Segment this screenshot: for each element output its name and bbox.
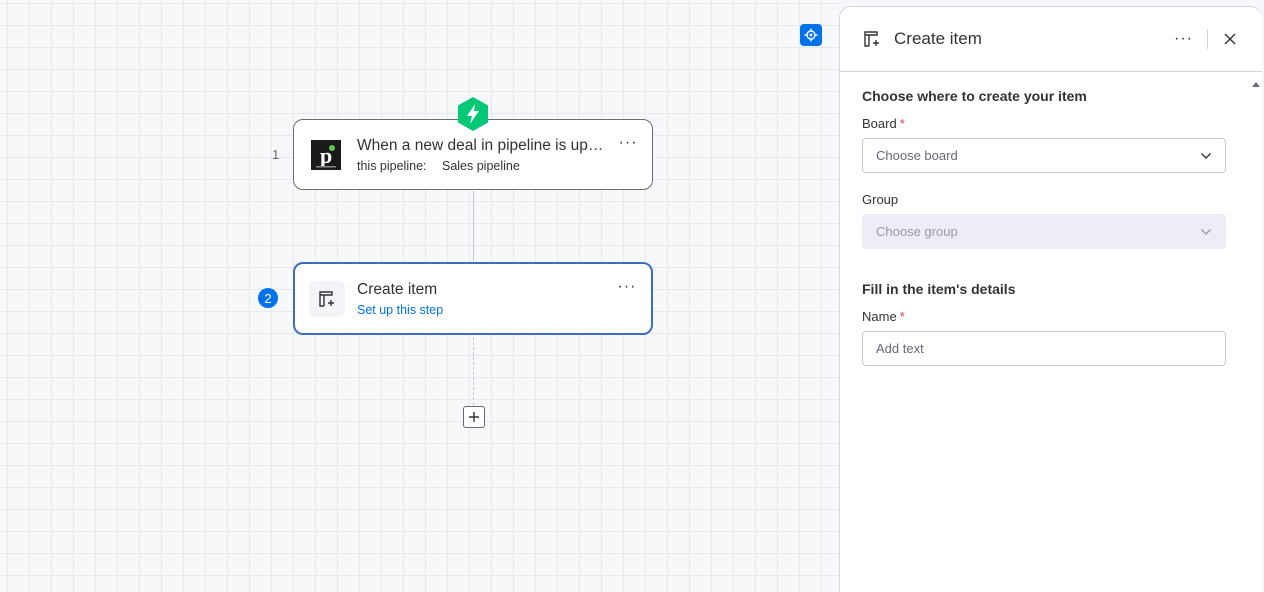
panel-header: Create item ··· [840, 7, 1262, 72]
setup-step-link[interactable]: Set up this step [357, 303, 611, 317]
action-title: Create item [357, 281, 438, 298]
where-section-title: Choose where to create your item [862, 88, 1087, 104]
trigger-sub-label: this pipeline: [357, 159, 427, 173]
step-settings-panel: Create item ··· Choose where to create y… [839, 6, 1262, 592]
group-select: Choose group [862, 214, 1226, 249]
details-section-title: Fill in the item's details [862, 281, 1016, 297]
trigger-title: When a new deal in pipeline is up… [357, 137, 604, 154]
board-label: Board * [862, 116, 1226, 131]
chevron-down-icon [1201, 152, 1211, 159]
recenter-icon [804, 28, 818, 42]
create-item-icon [864, 31, 879, 47]
chevron-down-icon [1201, 228, 1211, 235]
trigger-pipeline-value[interactable]: Sales pipeline [442, 159, 520, 173]
panel-more-menu-icon[interactable]: ··· [1174, 30, 1193, 48]
action-more-menu-icon[interactable]: ··· [617, 278, 637, 296]
board-select-placeholder: Choose board [876, 148, 958, 163]
name-required-mark: * [899, 309, 905, 324]
step-number-2: 2 [258, 288, 278, 308]
header-divider [1207, 29, 1208, 49]
recenter-button[interactable] [800, 24, 822, 46]
plus-icon [469, 412, 479, 422]
action-step-card[interactable]: Create item Set up this step ··· [293, 262, 653, 335]
board-select[interactable]: Choose board [862, 138, 1226, 173]
group-label: Group [862, 192, 899, 207]
close-icon [1224, 33, 1236, 45]
pipedrive-logo-icon: p [311, 139, 341, 170]
close-panel-button[interactable] [1220, 29, 1240, 49]
board-label-text: Board [862, 116, 897, 131]
board-required-mark: * [899, 116, 905, 131]
lightning-bolt-icon [458, 97, 488, 131]
trigger-more-menu-icon[interactable]: ··· [618, 134, 638, 152]
step-number-1: 1 [272, 147, 280, 162]
create-item-icon [309, 280, 345, 317]
scroll-up-arrow-icon[interactable] [1252, 82, 1260, 87]
add-step-button[interactable] [463, 406, 485, 428]
step-connector [473, 191, 474, 261]
panel-title: Create item [894, 29, 982, 48]
workflow-canvas[interactable]: 1 p When a new deal in pipeline is up… t… [0, 0, 840, 592]
group-select-placeholder: Choose group [876, 224, 958, 239]
name-label: Name * [862, 309, 1226, 324]
name-label-text: Name [862, 309, 897, 324]
dashed-connector [473, 337, 474, 405]
panel-body[interactable]: Choose where to create your item Board * … [840, 72, 1262, 366]
name-input[interactable] [862, 331, 1226, 366]
